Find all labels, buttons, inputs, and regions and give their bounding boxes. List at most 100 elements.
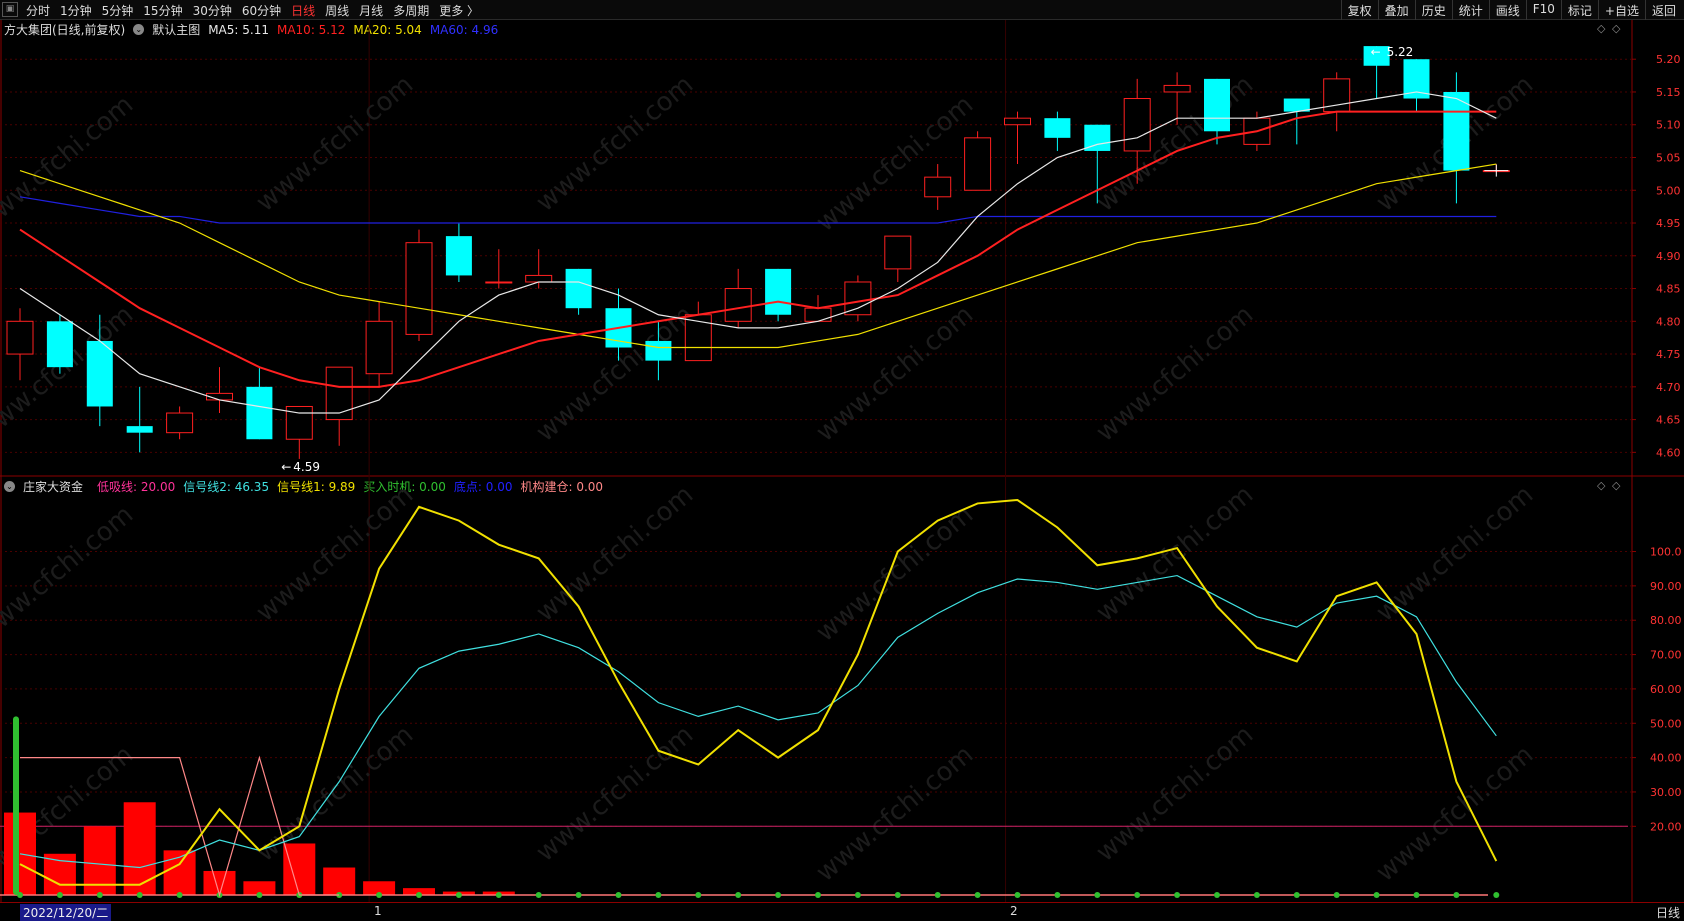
watermark-text: www.cfchi.com — [1091, 70, 1260, 218]
indicator-legend-0: 低吸线: 20.00 — [97, 480, 176, 494]
ma10-line — [19, 110, 1497, 388]
watermark-text: www.cfchi.com — [0, 90, 139, 238]
indicator-legend-1: 信号线2: 46.35 — [183, 480, 270, 494]
watermark-text: www.cfchi.com — [1091, 720, 1260, 868]
toolbar-button-2[interactable]: 历史 — [1414, 0, 1452, 20]
watermark-text: www.cfchi.com — [811, 300, 980, 448]
candle-body-down — [1443, 91, 1470, 171]
watermark-text: www.cfchi.com — [1371, 740, 1540, 888]
indicator-diamond-icon[interactable]: ◇ — [1597, 479, 1605, 492]
indicator-dropdown-icon[interactable]: ⌄ — [4, 481, 15, 492]
price-tick-label: 4.70 — [1656, 381, 1681, 394]
watermark-text: www.cfchi.com — [811, 90, 980, 238]
period-tab-0[interactable]: 分时 — [26, 2, 50, 19]
indicator-legend-4: 底点: 0.00 — [453, 480, 513, 494]
toolbar-button-8[interactable]: 返回 — [1644, 0, 1682, 20]
period-tab-3[interactable]: 15分钟 — [143, 2, 182, 19]
candle-body-down — [1084, 124, 1111, 151]
panel-diamond-icon-2[interactable]: ◇ — [1612, 22, 1620, 35]
period-tab-5[interactable]: 60分钟 — [242, 2, 281, 19]
watermark-text: www.cfchi.com — [0, 300, 139, 448]
watermark-text: www.cfchi.com — [0, 740, 139, 888]
toolbar-button-1[interactable]: 叠加 — [1377, 0, 1415, 20]
indicator-diamond-icon-2[interactable]: ◇ — [1612, 479, 1620, 492]
buy-dot — [96, 892, 103, 898]
candle-body-up — [166, 412, 194, 434]
buy-dot — [455, 892, 462, 898]
panel-diamond-icon[interactable]: ◇ — [1597, 22, 1605, 35]
watermark-text: www.cfchi.com — [251, 70, 420, 218]
capital-bar — [442, 891, 475, 895]
period-tab-9[interactable]: 多周期 — [393, 2, 429, 19]
toolbar-button-7[interactable]: +自选 — [1597, 0, 1645, 20]
watermark-text: www.cfchi.com — [1371, 480, 1540, 628]
candle-body-up — [724, 288, 752, 322]
high-price-label: 5.22 — [1387, 45, 1414, 59]
watermark-text: www.cfchi.com — [251, 720, 420, 868]
candle-body-up — [1243, 117, 1271, 145]
candle-body-up — [6, 320, 34, 355]
period-tab-2[interactable]: 5分钟 — [102, 2, 134, 19]
period-tab-4[interactable]: 30分钟 — [193, 2, 232, 19]
candle-body-up — [525, 274, 553, 283]
stock-title[interactable]: 方大集团(日线,前复权) — [4, 21, 125, 38]
indicator-name[interactable]: 庄家大资金 — [23, 478, 83, 495]
candle-body-up — [1482, 170, 1510, 173]
period-tab-6[interactable]: 日线 — [291, 2, 315, 19]
price-tick-label: 5.00 — [1656, 184, 1681, 197]
ma-legend-1: MA10: 5.12 — [276, 22, 346, 37]
buy-dot — [655, 892, 662, 898]
price-tick-label: 4.65 — [1656, 414, 1681, 427]
template-name[interactable]: 默认主图 — [152, 21, 200, 38]
signal1-line — [19, 498, 1498, 886]
buy-dot — [854, 892, 861, 898]
candle-body-up — [1323, 78, 1351, 113]
top-toolbar: ▣ 分时 1分钟 5分钟 15分钟 30分钟 60分钟 日线 周线 月线 多周期 更多 〉 复权 叠加… — [0, 0, 1684, 20]
capital-bar — [203, 870, 236, 895]
indicator-tick-label: 70.00 — [1650, 649, 1682, 662]
watermark-text: www.cfchi.com — [1091, 300, 1260, 448]
capital-bar — [323, 867, 356, 895]
capital-bar — [4, 812, 36, 895]
toolbar-button-5[interactable]: F10 — [1525, 0, 1561, 20]
candle-body-down — [645, 340, 672, 361]
ma-legend-0: MA5: 5.11 — [208, 22, 269, 37]
indicator-legend-3: 买入时机: 0.00 — [363, 480, 446, 494]
buy-dot — [256, 892, 263, 898]
indicator-tick-label: 20.00 — [1650, 820, 1682, 833]
buy-dot — [1453, 892, 1460, 898]
period-label[interactable]: 日线 — [1656, 904, 1680, 921]
candle-body-down — [1283, 98, 1310, 112]
buy-dot — [1253, 892, 1260, 898]
candle-body-up — [964, 137, 992, 191]
candle-body-up — [924, 176, 952, 198]
candle-body-down — [1204, 78, 1230, 132]
high-arrow-icon: ← — [1371, 45, 1381, 59]
candle-body-up — [844, 281, 872, 316]
buy-dot — [1293, 892, 1300, 898]
capital-bar — [243, 881, 276, 895]
period-tab-7[interactable]: 周线 — [325, 2, 349, 19]
toolbar-button-4[interactable]: 画线 — [1488, 0, 1526, 20]
period-tab-8[interactable]: 月线 — [359, 2, 383, 19]
period-tab-1[interactable]: 1分钟 — [60, 2, 92, 19]
system-menu-icon[interactable]: ▣ — [2, 2, 18, 17]
buy-dot — [176, 892, 183, 898]
buy-dot — [894, 892, 901, 898]
buy-dot — [495, 892, 502, 898]
toolbar-button-0[interactable]: 复权 — [1340, 0, 1378, 20]
main-chart-legend: 方大集团(日线,前复权) ⌄ 默认主图 MA5: 5.11 MA10: 5.12 M… — [4, 21, 506, 38]
month-mark-1: 1 — [374, 904, 382, 918]
period-tab-10[interactable]: 更多 〉 — [439, 2, 479, 19]
buy-dot — [775, 892, 782, 898]
candle-body-down — [565, 268, 592, 309]
capital-bar — [403, 888, 435, 895]
toolbar-button-6[interactable]: 标记 — [1560, 0, 1598, 20]
toolbar-button-3[interactable]: 统计 — [1451, 0, 1489, 20]
watermark-text: www.cfchi.com — [251, 480, 420, 628]
period-tabs: 分时 1分钟 5分钟 15分钟 30分钟 60分钟 日线 周线 月线 多周期 更多 〉 — [26, 2, 489, 19]
template-dropdown-icon[interactable]: ⌄ — [133, 24, 145, 35]
indicator-legend: ⌄ 庄家大资金 低吸线: 20.00 信号线2: 46.35 信号线1: 9.89 买… — [4, 478, 611, 495]
capital-bar — [83, 826, 116, 895]
chart-area[interactable]: www.cfchi.com www.cfchi.com www.cfchi.com w… — [0, 0, 1684, 919]
